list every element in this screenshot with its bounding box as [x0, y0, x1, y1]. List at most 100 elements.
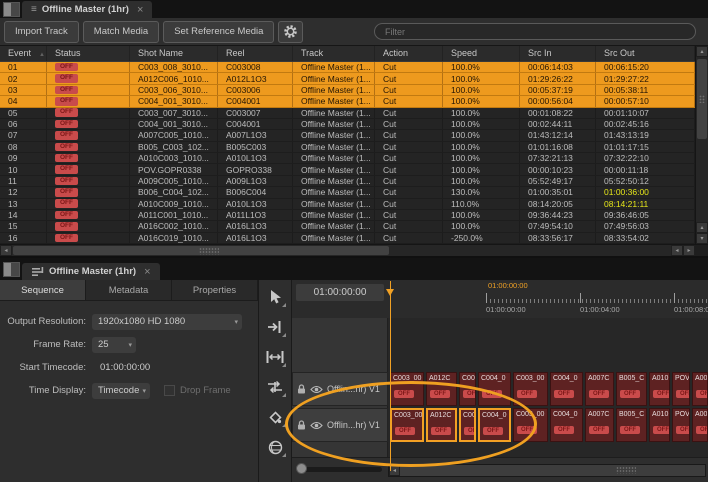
- timeline-clip[interactable]: A012COFF: [426, 408, 457, 442]
- playhead[interactable]: [390, 281, 391, 471]
- filter-input[interactable]: [374, 23, 696, 40]
- select-tool-button[interactable]: [263, 286, 287, 308]
- timeline-clip[interactable]: C004_0OFF: [478, 372, 511, 406]
- timeline-clip[interactable]: C003_00OFF: [390, 372, 424, 406]
- panel-toggle-icon[interactable]: [3, 2, 20, 17]
- column-header-event[interactable]: Event▲: [0, 46, 47, 61]
- lock-icon[interactable]: [297, 420, 306, 430]
- timeline-clip[interactable]: A010OFF: [649, 372, 670, 406]
- axis-tool-button[interactable]: [263, 406, 287, 428]
- lock-icon[interactable]: [297, 384, 306, 394]
- table-row[interactable]: 10OFFPOV.GOPR0338GOPRO338Offline Master …: [0, 164, 695, 175]
- column-header-status[interactable]: Status: [47, 46, 130, 61]
- table-row[interactable]: 15OFFA016C002_1010...A016L1O3Offline Mas…: [0, 221, 695, 232]
- table-row[interactable]: 01OFFC003_008_3010...C003008Offline Mast…: [0, 62, 695, 73]
- table-row[interactable]: 11OFFA009C005_1010...A009L1O3Offline Mas…: [0, 176, 695, 187]
- timeline-clip[interactable]: C00OFF: [459, 408, 476, 442]
- column-header-reel[interactable]: Reel: [218, 46, 293, 61]
- timeline-clip[interactable]: A007COFF: [585, 372, 614, 406]
- table-row[interactable]: 08OFFB005_C003_102...B005C003Offline Mas…: [0, 142, 695, 153]
- event-table-body: 01OFFC003_008_3010...C003008Offline Mast…: [0, 62, 695, 244]
- close-icon[interactable]: ×: [144, 266, 150, 278]
- tab-offline-master-bottom[interactable]: Offline Master (1hr) ×: [22, 263, 160, 280]
- vertical-scroll-thumb[interactable]: [697, 59, 707, 139]
- column-header-speed[interactable]: Speed: [443, 46, 520, 61]
- tab-metadata[interactable]: Metadata: [86, 280, 172, 300]
- timeline-scrollbar[interactable]: ◂: [388, 464, 706, 477]
- scroll-left-icon[interactable]: ◂: [0, 245, 12, 256]
- start-timecode-field[interactable]: 01:00:00:00: [92, 362, 150, 373]
- globe-tool-button[interactable]: [263, 436, 287, 458]
- column-header-src-out[interactable]: Src Out: [596, 46, 695, 61]
- set-reference-media-button[interactable]: Set Reference Media: [163, 21, 274, 43]
- scroll-right-icon[interactable]: ▸: [683, 245, 695, 256]
- zoom-slider[interactable]: [292, 458, 388, 482]
- import-track-button[interactable]: Import Track: [4, 21, 79, 43]
- timeline-clip[interactable]: C003_00OFF: [513, 372, 548, 406]
- table-row[interactable]: 06OFFC004_001_3010...C004001Offline Mast…: [0, 119, 695, 130]
- table-row[interactable]: 02OFFA012C006_1010...A012L1O3Offline Mas…: [0, 73, 695, 84]
- horizontal-scroll-thumb[interactable]: [13, 246, 389, 255]
- timeline-clip[interactable]: C004_0OFF: [478, 408, 511, 442]
- close-icon[interactable]: ×: [137, 4, 143, 16]
- timeline-clip[interactable]: C004_0OFF: [550, 408, 583, 442]
- scroll-down-icon[interactable]: ▾: [696, 233, 708, 244]
- drop-frame-checkbox[interactable]: [164, 385, 175, 396]
- tab-sequence[interactable]: Sequence: [0, 280, 86, 300]
- output-resolution-dropdown[interactable]: 1920x1080 HD 1080: [92, 314, 242, 330]
- column-header-track[interactable]: Track: [293, 46, 375, 61]
- eye-icon[interactable]: [310, 421, 323, 430]
- time-display-dropdown[interactable]: Timecode: [92, 383, 150, 399]
- timeline-ruler[interactable]: 01:00:00:00 01:00:00:0001:00:04:0001:00:…: [388, 280, 708, 319]
- timeline-clip[interactable]: POVOFF: [672, 372, 690, 406]
- zoom-slider-knob[interactable]: [296, 463, 307, 474]
- column-header-shot-name[interactable]: Shot Name: [130, 46, 218, 61]
- table-row[interactable]: 13OFFA010C009_1010...A010L1O3Offline Mas…: [0, 199, 695, 210]
- table-row[interactable]: 09OFFA010C003_1010...A010L1O3Offline Mas…: [0, 153, 695, 164]
- timeline-clip[interactable]: A009OFF: [692, 372, 708, 406]
- timeline-clip[interactable]: B005_COFF: [616, 372, 647, 406]
- column-header-action[interactable]: Action: [375, 46, 443, 61]
- table-row[interactable]: 03OFFC003_006_3010...C003006Offline Mast…: [0, 85, 695, 96]
- table-row[interactable]: 05OFFC003_007_3010...C003007Offline Mast…: [0, 108, 695, 119]
- current-timecode-display[interactable]: 01:00:00:00: [296, 284, 384, 301]
- timeline-scroll-thumb[interactable]: [400, 465, 705, 476]
- timeline-clip[interactable]: B005_COFF: [616, 408, 647, 442]
- slip-tool-button[interactable]: [263, 376, 287, 398]
- scroll-up-icon-bottom[interactable]: ▴: [696, 222, 708, 233]
- table-row[interactable]: 12OFFB006_C004_102...B006C004Offline Mas…: [0, 187, 695, 198]
- match-media-button[interactable]: Match Media: [83, 21, 159, 43]
- timeline-clip[interactable]: A012COFF: [426, 372, 457, 406]
- table-horizontal-scrollbar[interactable]: ◂ ◂ ▸: [0, 244, 708, 256]
- scroll-up-icon[interactable]: ▴: [696, 46, 708, 57]
- frame-rate-dropdown[interactable]: 25: [92, 337, 136, 353]
- timeline-clip[interactable]: A010OFF: [649, 408, 670, 442]
- track-header[interactable]: Offlin...hr) V1: [292, 372, 388, 406]
- clip-label: A010: [650, 373, 669, 382]
- table-vertical-scrollbar[interactable]: ▴ ▴ ▾: [695, 46, 708, 244]
- timeline-clip[interactable]: C00OFF: [459, 372, 476, 406]
- column-header-src-in[interactable]: Src In: [520, 46, 596, 61]
- insert-tool-button[interactable]: [263, 316, 287, 338]
- tab-properties[interactable]: Properties: [172, 280, 258, 300]
- table-row[interactable]: 04OFFC004_001_3010...C004001Offline Mast…: [0, 96, 695, 107]
- tab-offline-master-top[interactable]: ≡ Offline Master (1hr) ×: [22, 1, 152, 18]
- timeline-clip[interactable]: C004_0OFF: [550, 372, 583, 406]
- track-header[interactable]: Offlin...hr) V1: [292, 408, 388, 442]
- status-badge: OFF: [55, 86, 78, 95]
- eye-icon[interactable]: [310, 385, 323, 394]
- table-row[interactable]: 07OFFA007C005_1010...A007L1O3Offline Mas…: [0, 130, 695, 141]
- trim-tool-button[interactable]: [263, 346, 287, 368]
- settings-button[interactable]: [278, 21, 303, 43]
- table-row[interactable]: 14OFFA011C001_1010...A011L1O3Offline Mas…: [0, 210, 695, 221]
- timeline-clip[interactable]: A007COFF: [585, 408, 614, 442]
- timeline-clip[interactable]: A009OFF: [692, 408, 708, 442]
- menu-icon[interactable]: ≡: [31, 4, 37, 15]
- table-cell: C003006: [218, 85, 293, 95]
- timeline-clip[interactable]: POVOFF: [672, 408, 690, 442]
- timeline-clip[interactable]: C003_00OFF: [513, 408, 548, 442]
- panel-toggle-icon[interactable]: [3, 262, 20, 277]
- table-row[interactable]: 16OFFA016C019_1010...A016L1O3Offline Mas…: [0, 233, 695, 244]
- timeline-clip[interactable]: C003_00OFF: [390, 408, 424, 442]
- scroll-left-icon-right[interactable]: ◂: [671, 245, 683, 256]
